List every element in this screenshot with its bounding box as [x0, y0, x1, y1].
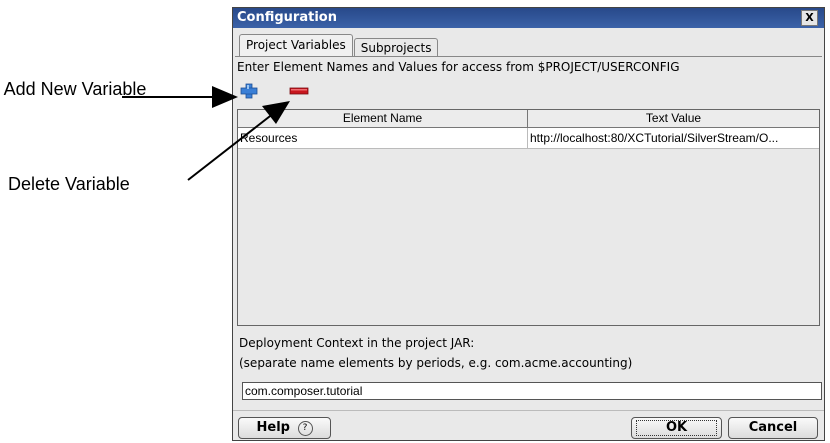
table-header: Element Name Text Value — [238, 110, 819, 128]
variables-table: Element Name Text Value Resources http:/… — [237, 109, 820, 326]
add-new-variable-callout: Add New Variable — [3, 79, 147, 99]
column-header-element-name[interactable]: Element Name — [238, 110, 528, 127]
ok-button[interactable]: OK — [631, 417, 722, 439]
deployment-context-input[interactable]: com.composer.tutorial — [242, 382, 822, 400]
delete-variable-callout: Delete Variable — [8, 174, 130, 194]
add-plus-icon — [240, 83, 258, 99]
column-header-text-value[interactable]: Text Value — [528, 110, 819, 127]
tab-subprojects[interactable]: Subprojects — [353, 38, 439, 57]
close-button[interactable]: X — [801, 10, 818, 26]
focus-ring — [636, 420, 717, 436]
deployment-context-hint: (separate name elements by periods, e.g.… — [239, 356, 633, 370]
table-row[interactable]: Resources http://localhost:80/XCTutorial… — [238, 128, 819, 149]
help-button-label: Help — [256, 420, 290, 435]
help-button[interactable]: Help ? — [238, 417, 331, 439]
dialog-footer: Help ? OK Cancel — [233, 410, 824, 441]
delete-minus-icon — [289, 87, 309, 95]
cancel-button[interactable]: Cancel — [728, 417, 818, 439]
instruction-text: Enter Element Names and Values for acces… — [237, 60, 680, 74]
help-icon: ? — [297, 421, 313, 436]
dialog-title: Configuration — [237, 10, 337, 25]
text-value-cell[interactable]: http://localhost:80/XCTutorial/SilverStr… — [528, 128, 819, 148]
screenshot-canvas: Add New Variable Delete Variable Configu… — [0, 0, 830, 443]
dialog-titlebar: Configuration X — [233, 8, 824, 28]
close-icon: X — [805, 11, 814, 24]
delete-variable-button[interactable] — [289, 83, 309, 99]
project-variables-panel: Enter Element Names and Values for acces… — [235, 56, 822, 408]
configuration-dialog: Configuration X Project Variables Subproj… — [232, 7, 825, 441]
cancel-button-label: Cancel — [748, 420, 798, 435]
tab-project-variables[interactable]: Project Variables — [239, 34, 353, 57]
tab-bar: Project Variables Subprojects — [239, 34, 439, 57]
element-name-cell[interactable]: Resources — [238, 128, 528, 148]
add-variable-button[interactable] — [239, 83, 259, 99]
deployment-context-label: Deployment Context in the project JAR: — [239, 336, 475, 350]
